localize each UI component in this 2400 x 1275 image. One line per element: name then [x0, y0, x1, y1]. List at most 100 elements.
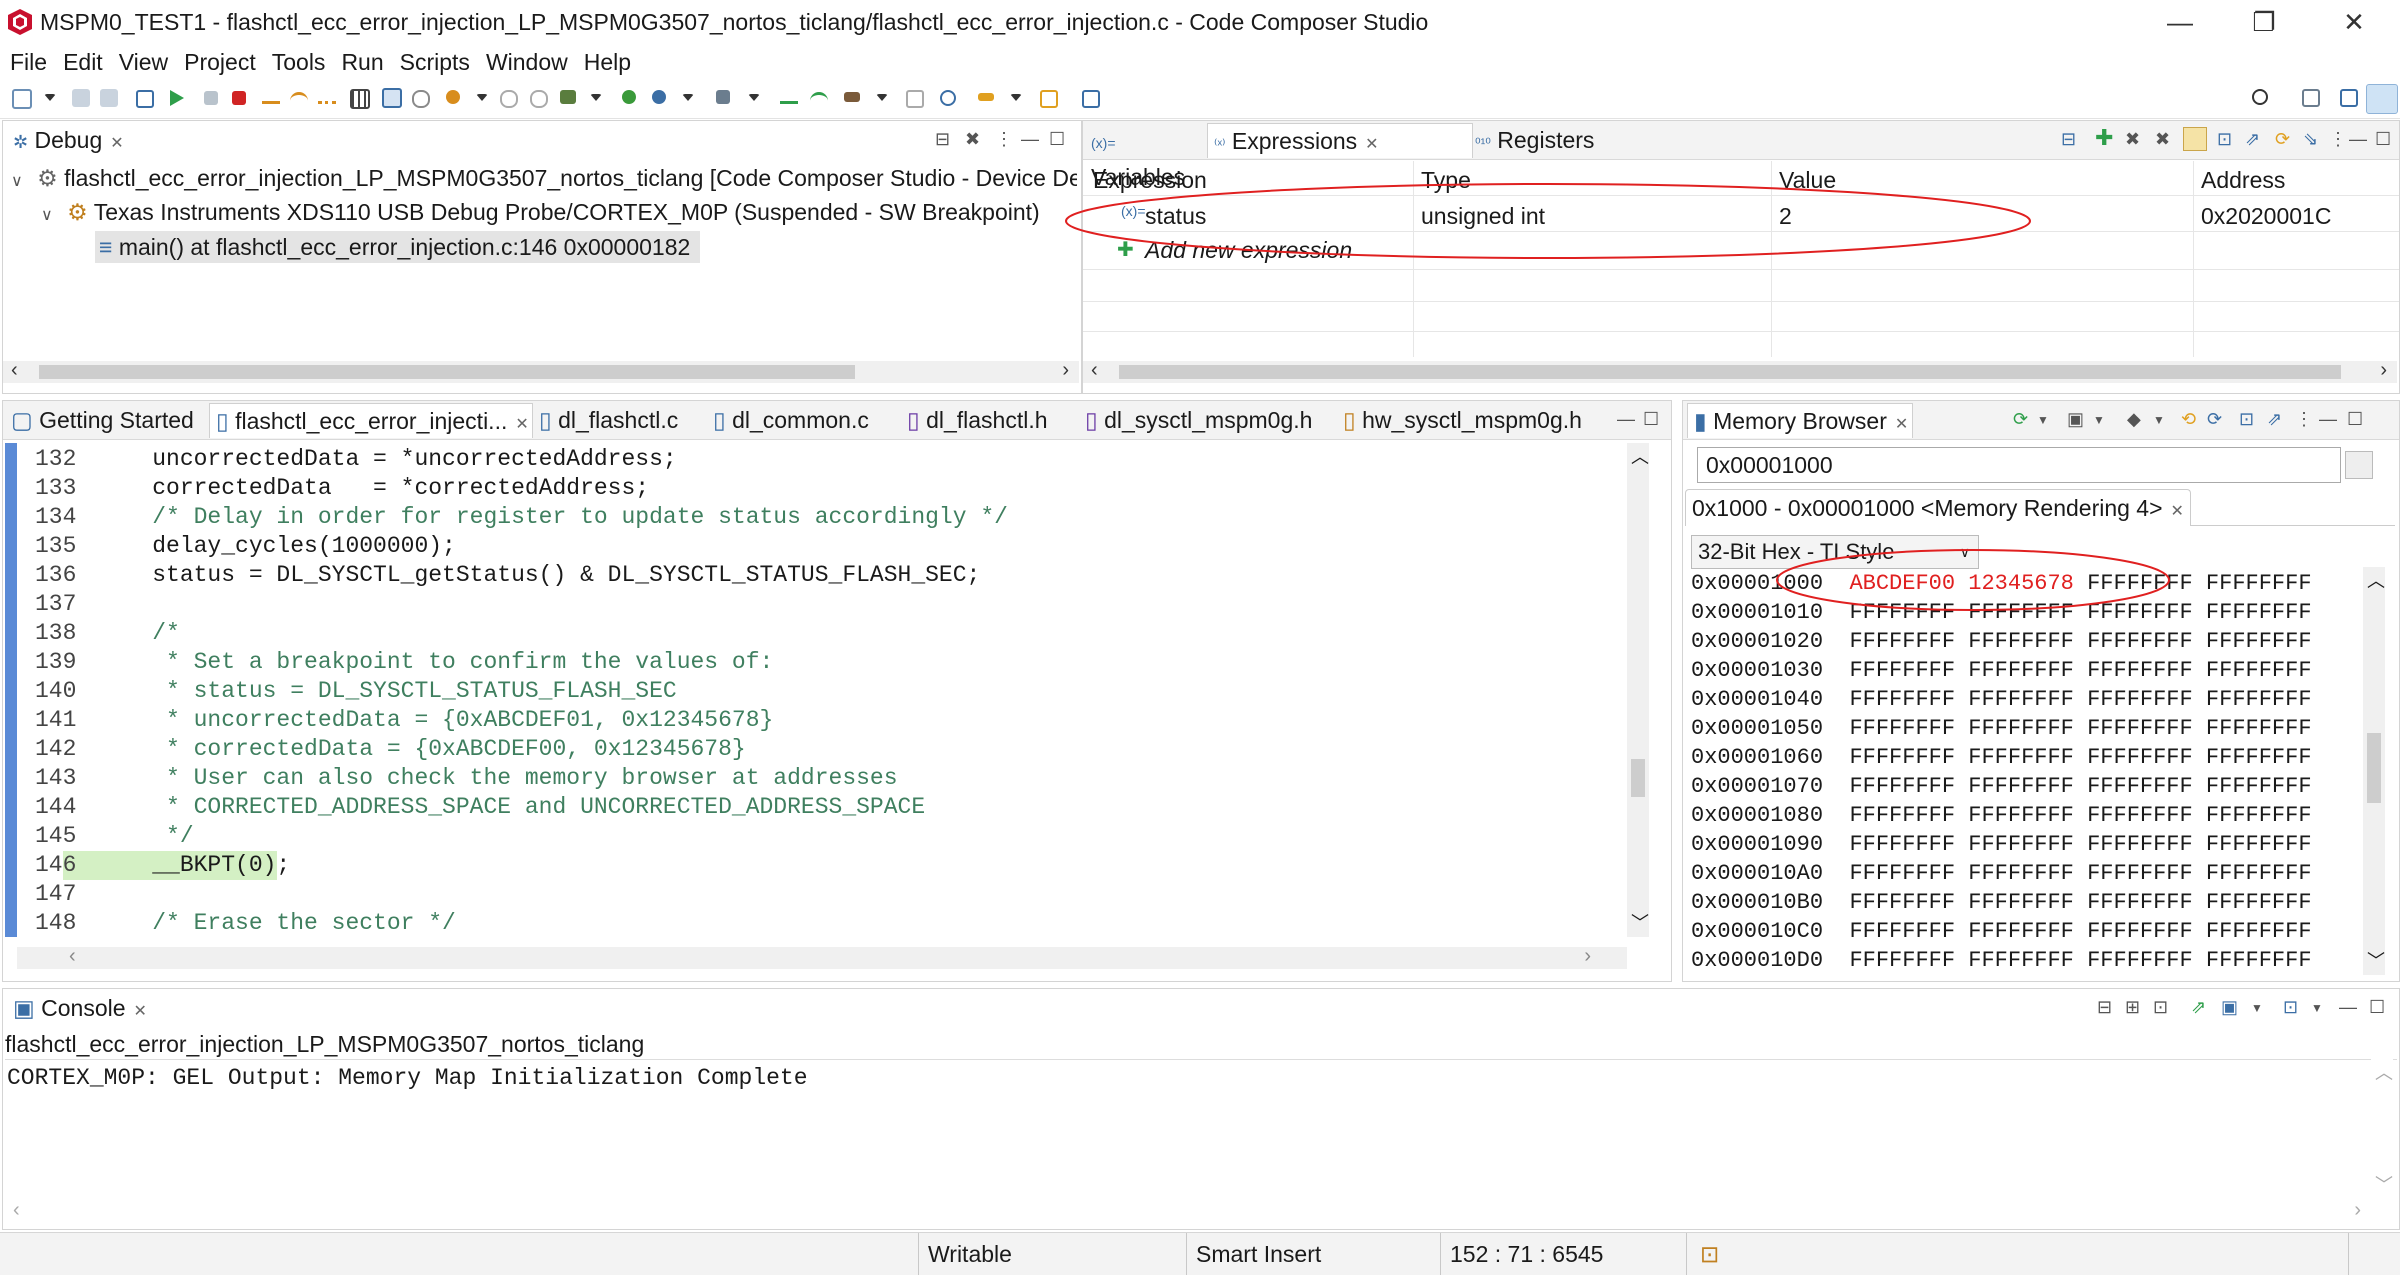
memory-word[interactable]: FFFFFFFF [1849, 948, 1955, 973]
debug-hscrollbar[interactable]: ‹ › [3, 359, 1079, 383]
debug-tree-probe[interactable]: ∨ ⚙ Texas Instruments XDS110 USB Debug P… [41, 197, 1040, 227]
scroll-left-icon[interactable]: ‹ [13, 1199, 20, 1222]
refresh-icon[interactable]: ⟳ [2275, 129, 2290, 150]
save-icon[interactable] [72, 89, 90, 107]
tab-debug[interactable]: ✲ Debug ✕ [7, 123, 145, 157]
status-insert-mode[interactable]: Smart Insert [1196, 1241, 1321, 1268]
chevron-down-icon[interactable]: ∨ [11, 173, 23, 190]
menu-scripts[interactable]: Scripts [400, 49, 470, 76]
scroll-left-icon[interactable]: ‹ [1091, 359, 1098, 382]
console-hscrollbar[interactable]: ‹ › [3, 1199, 2397, 1223]
code-area[interactable]: 132 uncorrectedData = *uncorrectedAddres… [17, 443, 1627, 937]
scroll-down-icon[interactable]: ﹀ [2367, 947, 2385, 973]
memory-word[interactable]: FFFFFFFF [1849, 745, 1955, 770]
search-icon[interactable] [940, 90, 956, 106]
tab-dl-flashctl-h[interactable]: ▯ dl_flashctl.h [901, 403, 1073, 437]
memory-address-input[interactable]: 0x00001000 [1697, 447, 2341, 483]
import-icon[interactable]: ⇘ [2303, 129, 2318, 150]
navigate-icon[interactable] [1040, 90, 1058, 108]
chevron-down-icon[interactable]: ▼ [2153, 413, 2165, 427]
minimize-view-icon[interactable]: — [1021, 129, 1039, 150]
memory-word[interactable]: FFFFFFFF [2206, 687, 2312, 712]
memory-word[interactable]: FFFFFFFF [1849, 629, 1955, 654]
remove-all-icon[interactable]: ✖ [2155, 129, 2170, 150]
memory-row[interactable]: 0x000010A0 FFFFFFFF FFFFFFFF FFFFFFFF FF… [1691, 859, 2312, 888]
memory-row[interactable]: 0x00001060 FFFFFFFF FFFFFFFF FFFFFFFF FF… [1691, 743, 2312, 772]
scroll-right-icon[interactable]: › [2380, 359, 2387, 382]
chevron-down-icon[interactable]: ▼ [2037, 413, 2049, 427]
close-icon[interactable]: ✕ [515, 416, 528, 433]
scroll-right-icon[interactable]: › [1584, 945, 1591, 968]
memory-word[interactable]: FFFFFFFF [2206, 832, 2312, 857]
debug-view-icon[interactable] [136, 90, 154, 108]
view-menu-icon[interactable]: ⋮ [2295, 409, 2313, 430]
continuous-refresh-icon[interactable]: ⟲ [2181, 409, 2196, 430]
memory-word[interactable]: FFFFFFFF [2206, 774, 2312, 799]
memory-word[interactable]: FFFFFFFF [1968, 774, 2074, 799]
resume-icon[interactable] [170, 90, 184, 106]
editor-hscrollbar[interactable]: ‹ › [17, 945, 1627, 969]
progress-icon[interactable]: ⊡ [1700, 1241, 1719, 1268]
minimize-view-icon[interactable]: — [2319, 409, 2337, 430]
minimize-button[interactable]: — [2150, 4, 2210, 40]
chevron-down-icon[interactable] [44, 94, 56, 101]
step-return-icon[interactable] [318, 91, 336, 104]
tab-dl-common-c[interactable]: ▯ dl_common.c [707, 403, 889, 437]
tab-registers[interactable]: ⁰¹⁰ Registers [1469, 123, 1615, 157]
memory-word[interactable]: FFFFFFFF [2206, 629, 2312, 654]
ccs-debug-perspective-icon[interactable] [2366, 84, 2398, 114]
memory-word[interactable]: FFFFFFFF [2206, 948, 2312, 973]
chevron-down-icon[interactable] [590, 94, 602, 101]
go-icon[interactable] [2345, 451, 2373, 479]
memory-word[interactable]: FFFFFFFF [1968, 832, 2074, 857]
remove-icon[interactable]: ✖ [2125, 129, 2140, 150]
scroll-down-icon[interactable]: ﹀ [1631, 909, 1649, 935]
save-memory-icon[interactable]: ▣ [2067, 409, 2084, 430]
memory-word[interactable]: FFFFFFFF [1849, 803, 1955, 828]
refresh-icon[interactable]: ⟳ [2013, 409, 2028, 430]
word-wrap-icon[interactable]: ⊡ [2153, 997, 2168, 1018]
console-vscrollbar[interactable]: ︿ ﹀ [2371, 1059, 2393, 1199]
minimize-view-icon[interactable]: — [2339, 997, 2357, 1018]
step-into-icon[interactable] [262, 91, 280, 104]
settings-icon[interactable] [716, 90, 730, 104]
menu-run[interactable]: Run [341, 49, 383, 76]
memory-word[interactable]: FFFFFFFF [1968, 716, 2074, 741]
chevron-down-icon[interactable] [876, 94, 888, 101]
memory-word[interactable]: FFFFFFFF [2206, 658, 2312, 683]
memory-row[interactable]: 0x000010D0 FFFFFFFF FFFFFFFF FFFFFFFF FF… [1691, 946, 2312, 975]
memory-word[interactable]: FFFFFFFF [2087, 948, 2193, 973]
memory-row[interactable]: 0x00001030 FFFFFFFF FFFFFFFF FFFFFFFF FF… [1691, 656, 2312, 685]
chevron-down-icon[interactable]: ▼ [2251, 1001, 2263, 1015]
memory-word[interactable]: FFFFFFFF [2206, 600, 2312, 625]
memory-word[interactable]: FFFFFFFF [2206, 919, 2312, 944]
memory-word[interactable]: FFFFFFFF [2087, 774, 2193, 799]
suspend-icon[interactable] [204, 91, 218, 105]
memory-word[interactable]: FFFFFFFF [1849, 716, 1955, 741]
view-menu-icon[interactable]: ⋮ [2329, 129, 2347, 150]
disconnect-icon[interactable] [810, 92, 828, 105]
reset-icon[interactable] [446, 90, 460, 104]
pin-icon[interactable]: ⇗ [2267, 409, 2282, 430]
menu-view[interactable]: View [119, 49, 168, 76]
tab-getting-started[interactable]: ▢ Getting Started [5, 403, 209, 437]
memory-grid[interactable]: 0x00001000 ABCDEF00 12345678 FFFFFFFF FF… [1691, 567, 2361, 975]
close-window-button[interactable]: ✕ [2324, 4, 2384, 40]
memory-row[interactable]: 0x00001070 FFFFFFFF FFFFFFFF FFFFFFFF FF… [1691, 772, 2312, 801]
memory-word[interactable]: FFFFFFFF [1849, 890, 1955, 915]
memory-word[interactable]: FFFFFFFF [2087, 745, 2193, 770]
memory-row[interactable]: 0x000010B0 FFFFFFFF FFFFFFFF FFFFFFFF FF… [1691, 888, 2312, 917]
scroll-down-icon[interactable]: ﹀ [2375, 1171, 2393, 1197]
console-output[interactable]: CORTEX_M0P: GEL Output: Memory Map Initi… [7, 1063, 808, 1093]
memory-word[interactable]: FFFFFFFF [1968, 803, 2074, 828]
maximize-view-icon[interactable]: ☐ [2375, 129, 2391, 150]
terminal-icon[interactable] [906, 90, 924, 108]
menu-file[interactable]: File [10, 49, 47, 76]
memory-word[interactable]: FFFFFFFF [2087, 687, 2193, 712]
load-icon[interactable] [500, 90, 518, 108]
memory-word[interactable]: FFFFFFFF [1968, 687, 2074, 712]
menu-help[interactable]: Help [584, 49, 631, 76]
new-view-icon[interactable]: ⊡ [2217, 129, 2232, 150]
new-icon[interactable] [12, 89, 32, 109]
debug-tree-project[interactable]: ∨ ⚙ flashctl_ecc_error_injection_LP_MSPM… [11, 163, 1077, 193]
